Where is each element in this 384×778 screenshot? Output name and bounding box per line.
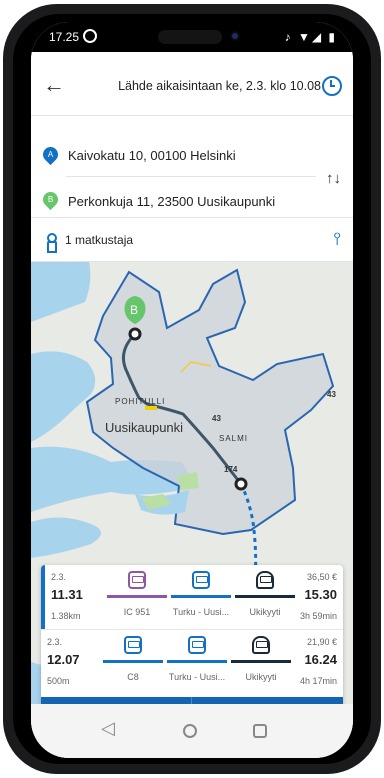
leg-2: Turku - Uusi... xyxy=(165,634,229,692)
route-duration: 4h 17min xyxy=(299,676,337,686)
back-arrow-icon[interactable]: ← xyxy=(43,72,65,98)
speaker-notch xyxy=(158,30,222,44)
route-map[interactable]: B Uusikaupunki POHITULLI SALMI 43 43 174… xyxy=(31,262,353,758)
map-destination-marker: B xyxy=(130,303,139,317)
person-icon xyxy=(46,233,57,253)
leg-name: IC 951 xyxy=(123,607,151,617)
location-divider xyxy=(66,176,316,177)
nav-recents-icon[interactable] xyxy=(253,724,267,738)
map-district-label: POHITULLI xyxy=(115,397,166,406)
departure-time-text[interactable]: Lähde aikaisintaan ke, 2.3. klo 10.08 xyxy=(91,79,321,93)
leg-3: Ukikyyti xyxy=(233,569,297,627)
nav-home-icon[interactable] xyxy=(183,724,197,738)
route-departure: 11.31 xyxy=(51,587,83,602)
leg-bar xyxy=(103,660,163,663)
route-arrival: 15.30 xyxy=(304,587,337,602)
leg-name: Ukikyyti xyxy=(245,672,277,682)
map-road-number: 174 xyxy=(224,465,238,474)
walk-distance: 1.38km xyxy=(51,611,81,621)
route-arrival: 16.24 xyxy=(304,652,337,667)
route-price: 21,90 € xyxy=(306,637,337,647)
camera-icon xyxy=(230,31,240,41)
status-bar: 17.25 ♪ ▼◢ ▮ xyxy=(31,22,353,52)
route-price: 36,50 € xyxy=(306,572,337,582)
bus-icon xyxy=(192,571,210,589)
whatsapp-icon xyxy=(83,29,97,43)
taxi-icon xyxy=(252,636,270,654)
leg-bar xyxy=(235,595,295,598)
leg-name: C8 xyxy=(127,672,139,682)
status-time: 17.25 xyxy=(49,30,80,44)
route-date: 2.3. xyxy=(51,572,67,582)
leg-bar xyxy=(231,660,291,663)
map-town-label: Uusikaupunki xyxy=(105,420,184,435)
route-departure: 12.07 xyxy=(47,652,80,667)
bus-icon xyxy=(188,636,206,654)
origin-field[interactable]: Kaivokatu 10, 00100 Helsinki xyxy=(68,148,236,163)
leg-name: Turku - Uusi... xyxy=(172,607,230,617)
train-icon xyxy=(128,571,146,589)
leg-1: C8 xyxy=(101,634,165,692)
clock-icon[interactable] xyxy=(322,76,342,96)
destination-field[interactable]: Perkonkuja 11, 23500 Uusikaupunki xyxy=(68,194,275,209)
leg-name: Turku - Uusi... xyxy=(168,672,226,682)
taxi-icon xyxy=(256,571,274,589)
location-panel: A Kaivokatu 10, 00100 Helsinki B Perkonk… xyxy=(31,116,353,218)
passenger-count: 1 matkustaja xyxy=(65,233,134,247)
bus-icon xyxy=(124,636,142,654)
route-duration: 3h 59min xyxy=(299,611,337,621)
app-screen: 17.25 ♪ ▼◢ ▮ ← Lähde aikaisintaan ke, 2.… xyxy=(31,22,353,758)
route-date: 2.3. xyxy=(47,637,63,647)
origin-pin-icon: A xyxy=(39,143,62,166)
route-option-1[interactable]: 2.3. 11.31 1.38km IC 951 Turku - Uusi...… xyxy=(41,565,343,629)
nav-back-icon[interactable]: ◁ xyxy=(101,718,115,739)
swap-icon[interactable]: ↑↓ xyxy=(326,170,341,187)
leg-bar xyxy=(167,660,227,663)
destination-pin-icon: B xyxy=(39,188,62,211)
passenger-row[interactable]: 1 matkustaja ⫯ xyxy=(31,218,353,262)
leg-bar xyxy=(107,595,167,598)
route-option-2[interactable]: 2.3. 12.07 500m C8 Turku - Uusi... Ukiky… xyxy=(41,629,343,693)
leg-bar xyxy=(171,595,231,598)
leg-3: Ukikyyti xyxy=(229,634,293,692)
android-nav-bar: ◁ xyxy=(31,704,353,758)
leg-name: Ukikyyti xyxy=(249,607,281,617)
status-icons: ♪ ▼◢ ▮ xyxy=(284,30,337,44)
top-bar: ← Lähde aikaisintaan ke, 2.3. klo 10.08 xyxy=(31,52,353,116)
map-road-number: 43 xyxy=(327,390,336,399)
leg-2: Turku - Uusi... xyxy=(169,569,233,627)
leg-1: IC 951 xyxy=(105,569,169,627)
walk-distance: 500m xyxy=(47,676,70,686)
filter-icon[interactable]: ⫯ xyxy=(334,229,341,249)
map-road-number: 43 xyxy=(212,414,221,423)
map-district-label: SALMI xyxy=(219,434,249,443)
